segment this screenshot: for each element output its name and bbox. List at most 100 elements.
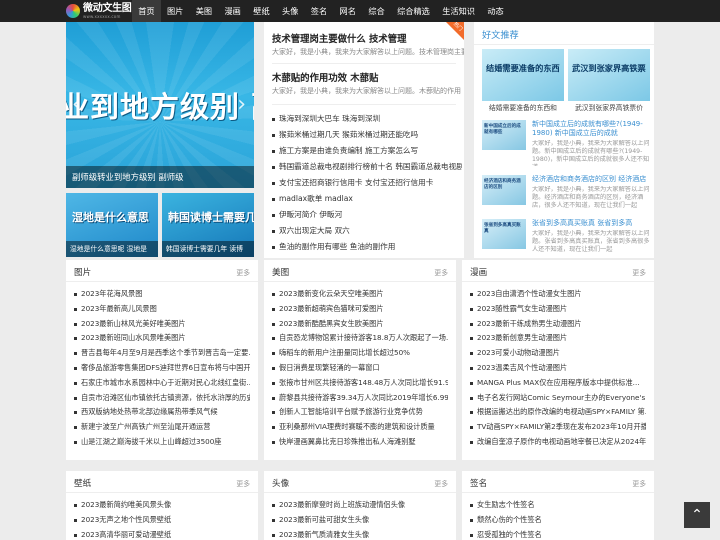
category-list-item[interactable]: 快岸漫画翼鼻比克日珍殊推出私人海滩别墅 xyxy=(272,435,448,450)
recommend-item-image[interactable]: 经济酒店和商务酒店的区别 xyxy=(482,175,526,205)
box-title[interactable]: 图片 xyxy=(74,266,91,278)
thumb-caption[interactable]: 韩国读博士需要几年 读博 xyxy=(162,241,254,257)
category-list-item[interactable]: 2023温柔吉风个性动漫图片 xyxy=(470,361,646,376)
category-list-item[interactable]: 2023最新山林风光美好唯美图片 xyxy=(74,317,250,332)
headline-list-item[interactable]: 双六出现定大局 双六 xyxy=(272,223,462,239)
featured-thumb-2[interactable]: 韩国读博士需要几 韩国读博士需要几年 读博 xyxy=(162,193,254,257)
nav-link[interactable]: 美图 xyxy=(190,0,219,22)
category-list-item[interactable]: 女生励志个性签名 xyxy=(470,498,646,513)
nav-link[interactable]: 壁纸 xyxy=(247,0,276,22)
headline-list-item[interactable]: 猴茹米桶过期几天 猴茹米桶过期还能吃吗 xyxy=(272,127,462,143)
category-list-item[interactable]: MANGA Plus MAX仅在应用程序版本中提供标准... xyxy=(470,376,646,391)
recommend-item-title[interactable]: 新中国成立后的成就有哪些?(1949-1980) 新中国成立后的成就 xyxy=(532,120,650,138)
category-list-item[interactable]: 晋吉县每年4月至9月是西季这个季节到晋吉岛一定要... xyxy=(74,346,250,361)
box-title[interactable]: 头像 xyxy=(272,477,289,489)
nav-link[interactable]: 网名 xyxy=(333,0,362,22)
box-more-link[interactable]: 更多 xyxy=(236,267,250,277)
headline-list-item[interactable]: 支付宝还招商银行信用卡 支付宝还招行信用卡 xyxy=(272,175,462,191)
box-more-link[interactable]: 更多 xyxy=(434,267,448,277)
slider-caption[interactable]: 副师级转业到地方级别 副师级 xyxy=(66,166,254,188)
category-list-item[interactable]: 电子名发行网站Comic Seymour主办的Everyone's C... xyxy=(470,391,646,406)
box-title[interactable]: 壁纸 xyxy=(74,477,91,489)
category-list-item[interactable]: 自贡市沿滩区仙市镇依托古镇资源，依托水浒厚的历史人文气息的... xyxy=(74,391,250,406)
category-list-item[interactable]: 2023可爱小动物动漫图片 xyxy=(470,346,646,361)
box-title[interactable]: 漫画 xyxy=(470,266,487,278)
category-list-item[interactable]: 2023最新酷酷黑宾女生欧美图片 xyxy=(272,317,448,332)
back-to-top-button[interactable]: ⌃ xyxy=(684,502,710,528)
nav-link[interactable]: 图片 xyxy=(161,0,190,22)
recommend-tile-caption[interactable]: 结婚需要准备的东西和 xyxy=(482,102,564,112)
thumb-caption[interactable]: 湿地是什么意思呢 湿地是 xyxy=(66,241,158,257)
category-list-item[interactable]: 2023年最新高儿风景图 xyxy=(74,302,250,317)
headline-1[interactable]: 技术管理岗主要做什么 技术管理 xyxy=(272,31,407,45)
headline-list-item[interactable]: 韩国霸道总裁电视剧排行榜前十名 韩国霸道总裁电视剧 xyxy=(272,159,462,175)
box-title[interactable]: 签名 xyxy=(470,477,487,489)
box-title[interactable]: 美图 xyxy=(272,266,289,278)
recommend-item[interactable]: 新中国成立后的成就有哪些 新中国成立后的成就有哪些?(1949-1980) 新中… xyxy=(482,120,652,168)
category-list-item[interactable]: 2023最新班同山水风景唯美图片 xyxy=(74,331,250,346)
recommend-item-title[interactable]: 经济酒店和商务酒店的区别 经济酒店 xyxy=(532,175,650,184)
box-more-link[interactable]: 更多 xyxy=(632,478,646,488)
recommend-item[interactable]: 张省到多高真买账真 张省到多高真买账真 张省到多高 大家好，我是小典，我来为大家… xyxy=(482,219,652,258)
recommend-item-image[interactable]: 张省到多高真买账真 xyxy=(482,219,526,249)
recommend-item[interactable]: 经济酒店和商务酒店的区别 经济酒店和商务酒店的区别 经济酒店 大家好，我是小典，… xyxy=(482,175,652,223)
nav-link[interactable]: 生活知识 xyxy=(436,0,481,22)
category-list-item[interactable]: 张掖市甘州区共接待游客148.48万人次同比增长91.96% xyxy=(272,376,448,391)
category-list-item[interactable]: 2023年花海风景图 xyxy=(74,287,250,302)
recommend-tile-caption[interactable]: 武汉到张家界高铁票价 xyxy=(568,102,650,112)
category-list-item[interactable]: 2023最新超萌宾色猫咪可爱图片 xyxy=(272,302,448,317)
category-list-item[interactable]: 颓然心伤的个性签名 xyxy=(470,513,646,528)
headline-2[interactable]: 木蔀贴的作用功效 木蔀贴 xyxy=(272,70,378,84)
category-list-item[interactable]: 2023最新可盐可甜女生头像 xyxy=(272,513,448,528)
featured-thumb-1[interactable]: 湿地是什么意思 湿地是什么意思呢 湿地是 xyxy=(66,193,158,257)
nav-link[interactable]: 签名 xyxy=(305,0,334,22)
category-list-item[interactable]: 2023最新变化云朵天空唯美图片 xyxy=(272,287,448,302)
headline-list-item[interactable]: 鱼油的副作用有哪些 鱼油的副作用 xyxy=(272,239,462,255)
category-list-item[interactable]: 西双版纳地处热带北部边缘属热带季风气候 xyxy=(74,405,250,420)
nav-link[interactable]: 首页 xyxy=(132,0,161,22)
recommend-tile-2[interactable]: 武汉到张家界高铁票 xyxy=(568,49,650,101)
category-list-item[interactable]: 蔚黎县共接待游客39.34万人次同比2019年增长6.99% xyxy=(272,391,448,406)
category-list-item[interactable]: 石家庄市城市水系园林中心于近期对民心北线红皇街... xyxy=(74,376,250,391)
category-list-item[interactable]: 2023最新简约唯美风景头像 xyxy=(74,498,250,513)
site-logo[interactable]: 微动文生图网 www.xxxxxx.com xyxy=(66,2,142,20)
category-list-item[interactable]: 自贡恐龙博物馆累计接待游客18.8万人次跟起了一场... xyxy=(272,331,448,346)
category-list-item[interactable]: 2023自由潇洒个性动漫女生图片 xyxy=(470,287,646,302)
nav-link[interactable]: 动态 xyxy=(481,0,510,22)
nav-link[interactable]: 漫画 xyxy=(218,0,247,22)
category-list-item[interactable]: 2023最新摩登时尚上班族动漫情侣头像 xyxy=(272,498,448,513)
category-list-item[interactable]: 嗨稻车的新用户注册量同比增长超过50% xyxy=(272,346,448,361)
category-list-item[interactable]: 忍受孤独的个性签名 xyxy=(470,528,646,540)
recommend-item-image[interactable]: 新中国成立后的成就有哪些 xyxy=(482,120,526,150)
category-list-item[interactable]: 2023最新气质清雅女生头像 xyxy=(272,528,448,540)
category-list-item[interactable]: 亚利桑那州VIA理费时赛暖不膨的建筑和设计质量 xyxy=(272,420,448,435)
box-more-link[interactable]: 更多 xyxy=(632,267,646,277)
recommend-item-title[interactable]: 张省到多高真买账真 张省到多高 xyxy=(532,219,650,228)
slider-prev-icon[interactable]: ‹ xyxy=(72,92,81,117)
nav-link[interactable]: 综合 xyxy=(362,0,391,22)
category-list-item[interactable]: 山是江湖之巅海拔千米以上山峰超过3500座 xyxy=(74,435,250,450)
recommend-tile-1[interactable]: 结婚需要准备的东西 xyxy=(482,49,564,101)
category-list-item[interactable]: 假日消费星现繁轻涌的一幕窗口 xyxy=(272,361,448,376)
nav-link[interactable]: 头像 xyxy=(276,0,305,22)
category-list-item[interactable]: TV动画SPY×FAMILY第2季现在发布2023年10月开播 xyxy=(470,420,646,435)
category-list-item[interactable]: 2023无声之地个性风景壁纸 xyxy=(74,513,250,528)
category-list-item[interactable]: 根据运搬达出的原作改编的电视动画SPY×FAMILY 第... xyxy=(470,405,646,420)
headline-list-item[interactable]: 伊畈河简介 伊畈河 xyxy=(272,207,462,223)
category-list-item[interactable]: 2023最新干练成熟男生动漫图片 xyxy=(470,317,646,332)
slider-next-icon[interactable]: › xyxy=(237,92,246,117)
headline-list-item[interactable]: 珠海到深圳大巴车 珠海到深圳 xyxy=(272,111,462,127)
nav-link[interactable]: 综合精选 xyxy=(391,0,436,22)
headline-list-item[interactable]: 施工方案是由谁负责编制 施工方案怎么写 xyxy=(272,143,462,159)
category-list-item[interactable]: 2023高清华丽可爱动漫壁纸 xyxy=(74,528,250,540)
box-more-link[interactable]: 更多 xyxy=(236,478,250,488)
headline-list-item[interactable]: madlax歌单 madlax xyxy=(272,191,462,207)
category-list-item[interactable]: 新建宁波至广州高铁广州至汕尾开通运营 xyxy=(74,420,250,435)
category-list-item[interactable]: 奢侈品旅游零售集团DFS迪拜世界6日宣布将与中国开发... xyxy=(74,361,250,376)
category-list-item[interactable]: 改编自奎凉子原作的电视动画地宰餐已决定从2024年... xyxy=(470,435,646,450)
box-more-link[interactable]: 更多 xyxy=(434,478,448,488)
featured-slider[interactable]: 业到地方级别 副 ‹ › 副师级转业到地方级别 副师级 xyxy=(66,22,254,188)
category-list-item[interactable]: 2023最新创意男生动漫图片 xyxy=(470,331,646,346)
category-list-item[interactable]: 2023随性霸气女生动漫图片 xyxy=(470,302,646,317)
category-list-item[interactable]: 创新人工智能培训平台赋予旅游行业竞争优势 xyxy=(272,405,448,420)
